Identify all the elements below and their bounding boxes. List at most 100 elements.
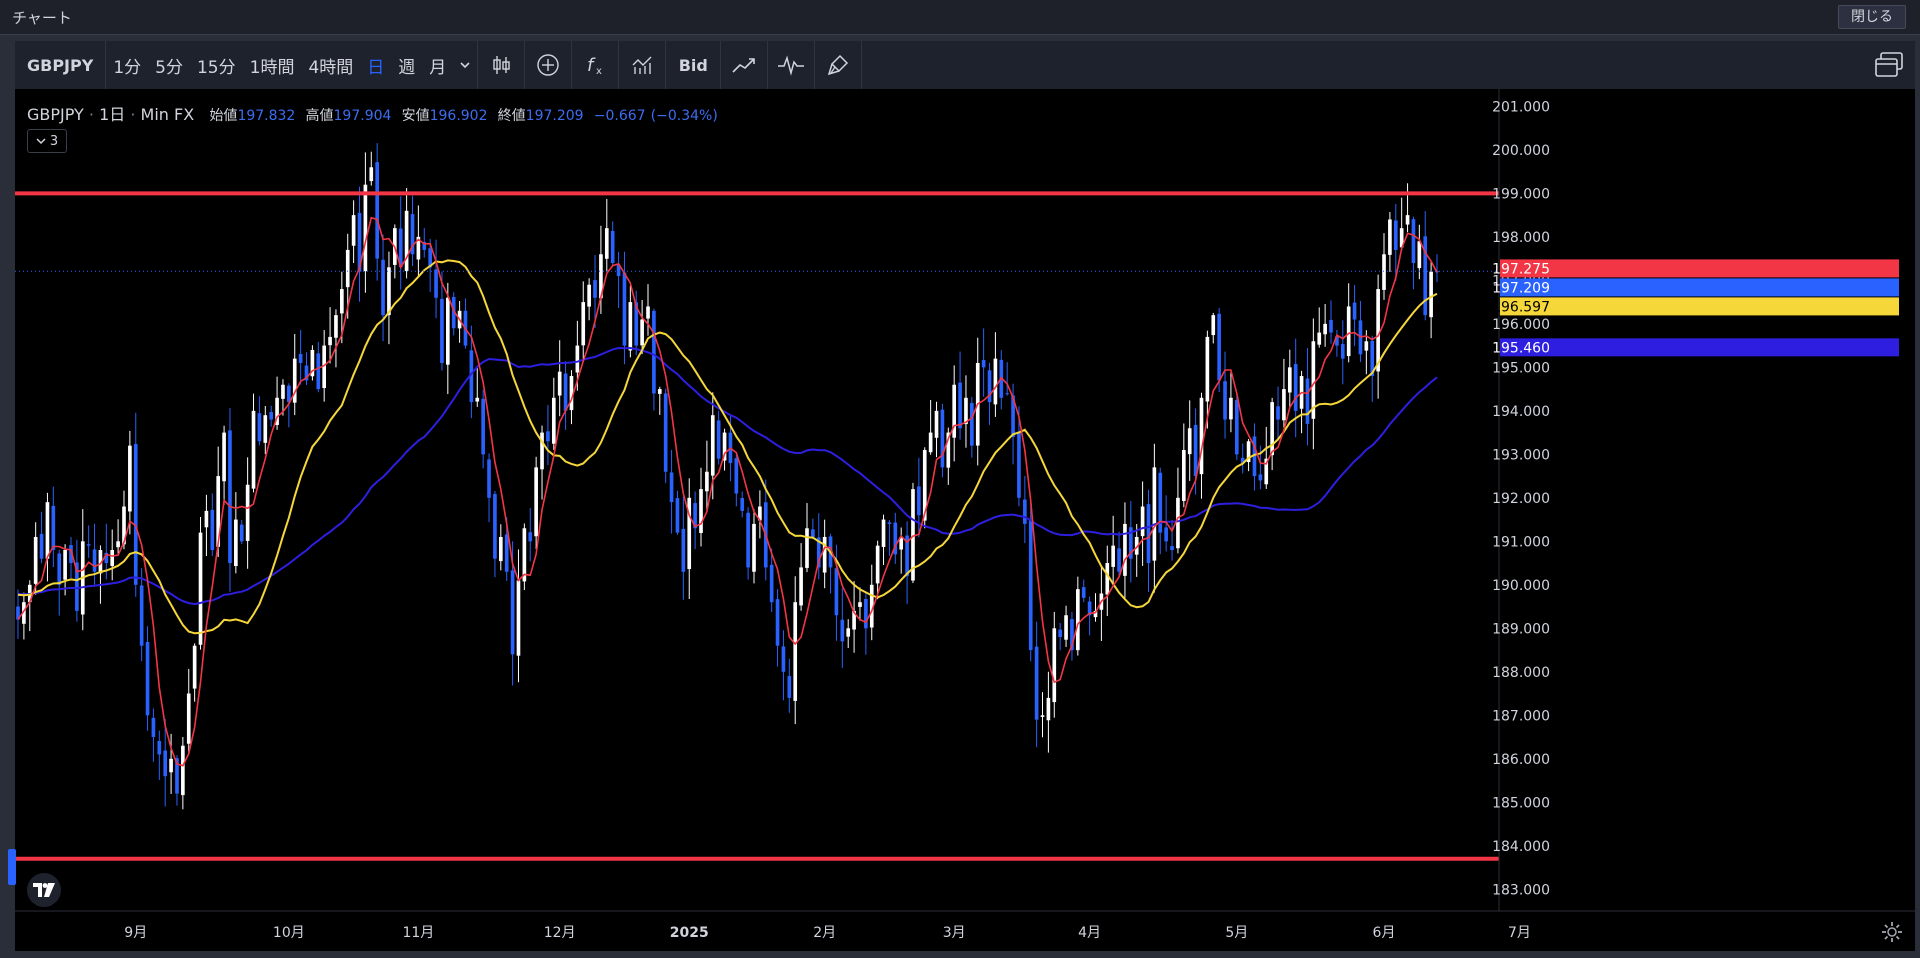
candle-body — [587, 284, 591, 307]
candle-body — [875, 545, 880, 584]
toolbar-divider — [861, 41, 863, 89]
add-button[interactable] — [525, 41, 571, 89]
candle-body — [805, 528, 809, 568]
candle-body — [222, 432, 226, 482]
legend-collapse-button[interactable]: 3 — [27, 129, 67, 153]
candle-body — [139, 585, 144, 646]
legend-symbol: GBPJPY — [27, 105, 84, 124]
candle-body — [787, 676, 792, 698]
candle-body — [245, 484, 250, 541]
candle-body — [534, 467, 538, 537]
candle-body — [498, 536, 503, 562]
candle-body — [1287, 367, 1292, 393]
x-tick-label: 12月 — [544, 925, 576, 941]
interval-4h[interactable]: 4時間 — [301, 41, 360, 89]
change-value: −0.667 — [593, 108, 646, 124]
candle-body — [86, 544, 91, 546]
interval-1w[interactable]: 週 — [391, 41, 422, 89]
candle-body — [822, 536, 827, 573]
brush-icon — [828, 54, 849, 76]
settings-gear-icon[interactable] — [1881, 921, 1903, 943]
candle-body — [516, 580, 521, 656]
collapsed-count: 3 — [49, 133, 59, 149]
change-percent: (−0.34%) — [650, 108, 718, 124]
tradingview-logo[interactable] — [27, 873, 61, 907]
candle-body — [192, 645, 197, 689]
open-value: 197.832 — [237, 108, 296, 124]
candle-body — [604, 228, 609, 259]
candle-body — [369, 167, 374, 182]
interval-15m[interactable]: 15分 — [190, 41, 243, 89]
candle-body — [1058, 629, 1062, 637]
candle-body — [1105, 563, 1110, 595]
candle-body — [33, 536, 38, 584]
candle-body — [440, 298, 444, 363]
candle-body — [716, 420, 721, 459]
candle-body — [610, 230, 615, 263]
interval-1d[interactable]: 日 — [360, 41, 391, 89]
candle-body — [699, 489, 703, 534]
price-chart[interactable]: 201.000200.000199.000198.000197.000196.0… — [15, 89, 1915, 951]
candle-body — [834, 568, 839, 616]
svg-text:f: f — [587, 55, 596, 76]
x-tick-label: 2025 — [670, 925, 709, 941]
price-tag — [1500, 278, 1899, 297]
candle-body — [128, 445, 132, 512]
candle-body — [681, 528, 686, 572]
x-tick-label: 4月 — [1078, 925, 1101, 941]
interval-1h[interactable]: 1時間 — [243, 41, 302, 89]
candle-body — [351, 215, 356, 246]
candle-body — [1382, 254, 1386, 290]
candle-body — [928, 432, 933, 453]
candle-body — [640, 319, 644, 346]
chart-legend: GBPJPY · 1日 · Min FX 始値197.832 高値197.904… — [27, 105, 718, 124]
candle-body — [1329, 319, 1333, 333]
candle-body — [234, 519, 238, 567]
interval-5m[interactable]: 5分 — [148, 41, 190, 89]
candle-body — [858, 602, 862, 607]
layout-button[interactable] — [1871, 47, 1907, 83]
close-button[interactable]: 閉じる — [1838, 5, 1906, 29]
compare-button[interactable] — [619, 41, 665, 89]
candle-body — [169, 758, 173, 773]
y-tick-label: 199.000 — [1492, 186, 1550, 202]
chevron-down-icon — [460, 62, 470, 69]
candle-body — [1076, 589, 1080, 651]
candle-body — [1217, 313, 1221, 381]
pattern-button[interactable] — [768, 41, 814, 89]
candle-body — [1270, 402, 1274, 456]
symbol-button[interactable]: GBPJPY — [15, 41, 105, 89]
candle-body — [657, 389, 662, 394]
candle-body — [669, 472, 674, 503]
candle-body — [622, 272, 627, 346]
candle-body — [781, 646, 786, 672]
high-value: 197.904 — [333, 108, 392, 124]
bid-ask-toggle[interactable]: Bid — [666, 41, 720, 89]
y-tick-label: 193.000 — [1492, 447, 1550, 463]
candle-body — [334, 315, 338, 338]
candle-body — [257, 413, 262, 442]
x-tick-label: 9月 — [124, 925, 147, 941]
interval-1mo[interactable]: 月 — [422, 41, 453, 89]
interval-1m[interactable]: 1分 — [106, 41, 148, 89]
candle-body — [445, 297, 450, 365]
low-label: 安値 — [401, 108, 430, 124]
indicators-button[interactable]: f x — [572, 41, 618, 89]
candle-body — [387, 267, 391, 316]
add-icon — [537, 54, 559, 76]
chart-type-button[interactable] — [478, 41, 524, 89]
candle-body — [710, 415, 715, 476]
line-tool-button[interactable] — [721, 41, 767, 89]
candle-body — [675, 498, 680, 533]
brush-button[interactable] — [815, 41, 861, 89]
interval-dropdown[interactable] — [453, 41, 477, 89]
legend-source: Min FX — [140, 105, 195, 124]
candle-body — [1181, 449, 1186, 501]
candle-body — [1282, 389, 1286, 421]
legend-interval: 1日 — [99, 105, 126, 124]
x-tick-label: 2月 — [813, 925, 836, 941]
side-panel-handle[interactable] — [8, 849, 16, 885]
candle-body — [1123, 523, 1127, 576]
candle-body — [887, 522, 892, 524]
candle-body — [964, 397, 968, 425]
